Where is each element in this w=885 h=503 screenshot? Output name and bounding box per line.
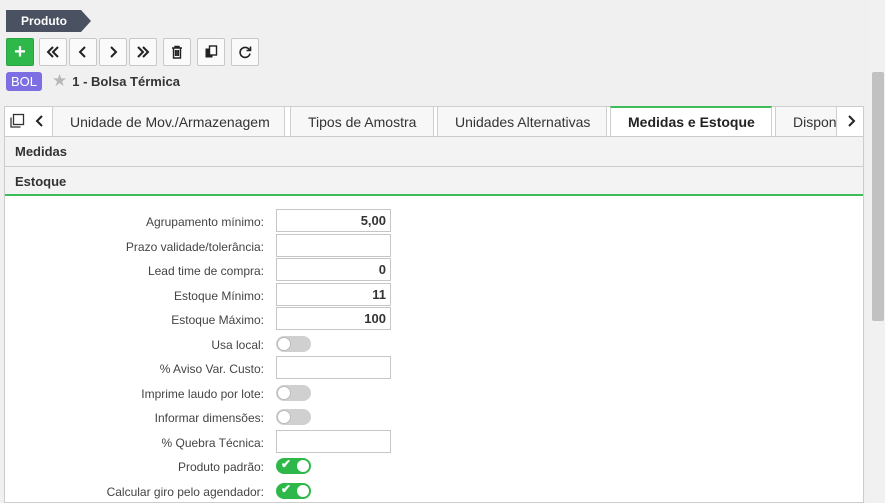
aviso-var-custo-input[interactable] [276, 356, 391, 379]
duplicate-button[interactable] [197, 38, 225, 66]
field-label: Informar dimensões: [154, 411, 264, 425]
chevron-right-icon [110, 46, 118, 58]
copy-icon [205, 45, 218, 58]
refresh-button[interactable] [231, 38, 259, 66]
windows-icon[interactable] [9, 113, 25, 129]
produto-padrao-toggle[interactable]: ✔ [276, 457, 311, 474]
record-badge: BOL [6, 71, 43, 91]
delete-button[interactable] [163, 38, 191, 66]
next-record-button[interactable] [99, 38, 127, 66]
usa-local-toggle[interactable] [276, 336, 311, 352]
tab-unidades-alternativas[interactable]: Unidades Alternativas [437, 106, 607, 137]
double-chevron-left-icon [46, 46, 59, 58]
prazo-validade-input[interactable] [276, 234, 391, 257]
previous-record-button[interactable] [69, 38, 97, 66]
quebra-tecnica-input[interactable] [276, 430, 391, 453]
tab-disponibilidade[interactable]: Dispon [775, 106, 837, 137]
first-record-button[interactable] [39, 38, 67, 66]
toggle-knob [277, 386, 291, 400]
lead-time-compra-input[interactable] [276, 258, 391, 281]
toggle-knob [277, 410, 291, 424]
record-header: BOL ★ 1 - Bolsa Térmica [6, 71, 180, 91]
agrupamento-minimo-input[interactable] [276, 209, 391, 232]
scrollbar-thumb[interactable] [872, 72, 884, 321]
estoque-minimo-input[interactable] [276, 283, 391, 306]
double-chevron-right-icon [137, 46, 150, 58]
field-label: Usa local: [211, 338, 264, 352]
tab-content-panel: Medidas Estoque Agrupamento mínimo: Praz… [4, 136, 864, 503]
tab-unidade-mov-armazenagem[interactable]: Unidade de Mov./Armazenagem [52, 106, 285, 137]
breadcrumb-produto[interactable]: Produto [6, 10, 91, 32]
record-title: 1 - Bolsa Térmica [72, 73, 180, 89]
chevron-left-icon [78, 46, 86, 58]
add-button[interactable]: + [6, 38, 34, 66]
tab-bar: Unidade de Mov./Armazenagem Tipos de Amo… [4, 106, 864, 137]
tab-tipos-de-amostra[interactable]: Tipos de Amostra [290, 106, 434, 137]
imprime-laudo-toggle[interactable] [276, 385, 311, 401]
tab-scroll-left-icon[interactable] [32, 113, 48, 129]
toolbar: + [6, 38, 261, 66]
field-label: Estoque Máximo: [171, 313, 264, 327]
tab-scroll-right-icon[interactable] [843, 113, 859, 129]
informar-dimensoes-toggle[interactable] [276, 409, 311, 425]
field-label: Prazo validade/tolerância: [125, 240, 264, 254]
estoque-maximo-input[interactable] [276, 307, 391, 330]
field-label: Lead time de compra: [147, 264, 264, 278]
field-label: Imprime laudo por lote: [141, 387, 264, 401]
toggle-knob [296, 459, 310, 473]
check-icon: ✔ [281, 457, 292, 471]
field-label: % Quebra Técnica: [161, 436, 265, 450]
field-label: Estoque Mínimo: [173, 289, 264, 303]
section-medidas[interactable]: Medidas [5, 136, 863, 166]
field-label: Agrupamento mínimo: [145, 215, 264, 229]
field-label: % Aviso Var. Custo: [159, 362, 264, 376]
toggle-knob [277, 337, 291, 351]
tab-medidas-e-estoque[interactable]: Medidas e Estoque [610, 106, 772, 137]
field-label: Calcular giro pelo agendador: [106, 485, 264, 499]
check-icon: ✔ [281, 482, 292, 496]
calcular-giro-toggle[interactable]: ✔ [276, 482, 311, 499]
refresh-icon [239, 46, 252, 59]
star-icon[interactable]: ★ [52, 72, 67, 90]
last-record-button[interactable] [129, 38, 157, 66]
field-label: Produto padrão: [177, 460, 264, 474]
toggle-knob [296, 484, 310, 498]
trash-icon [172, 45, 182, 59]
section-estoque[interactable]: Estoque [5, 166, 863, 196]
